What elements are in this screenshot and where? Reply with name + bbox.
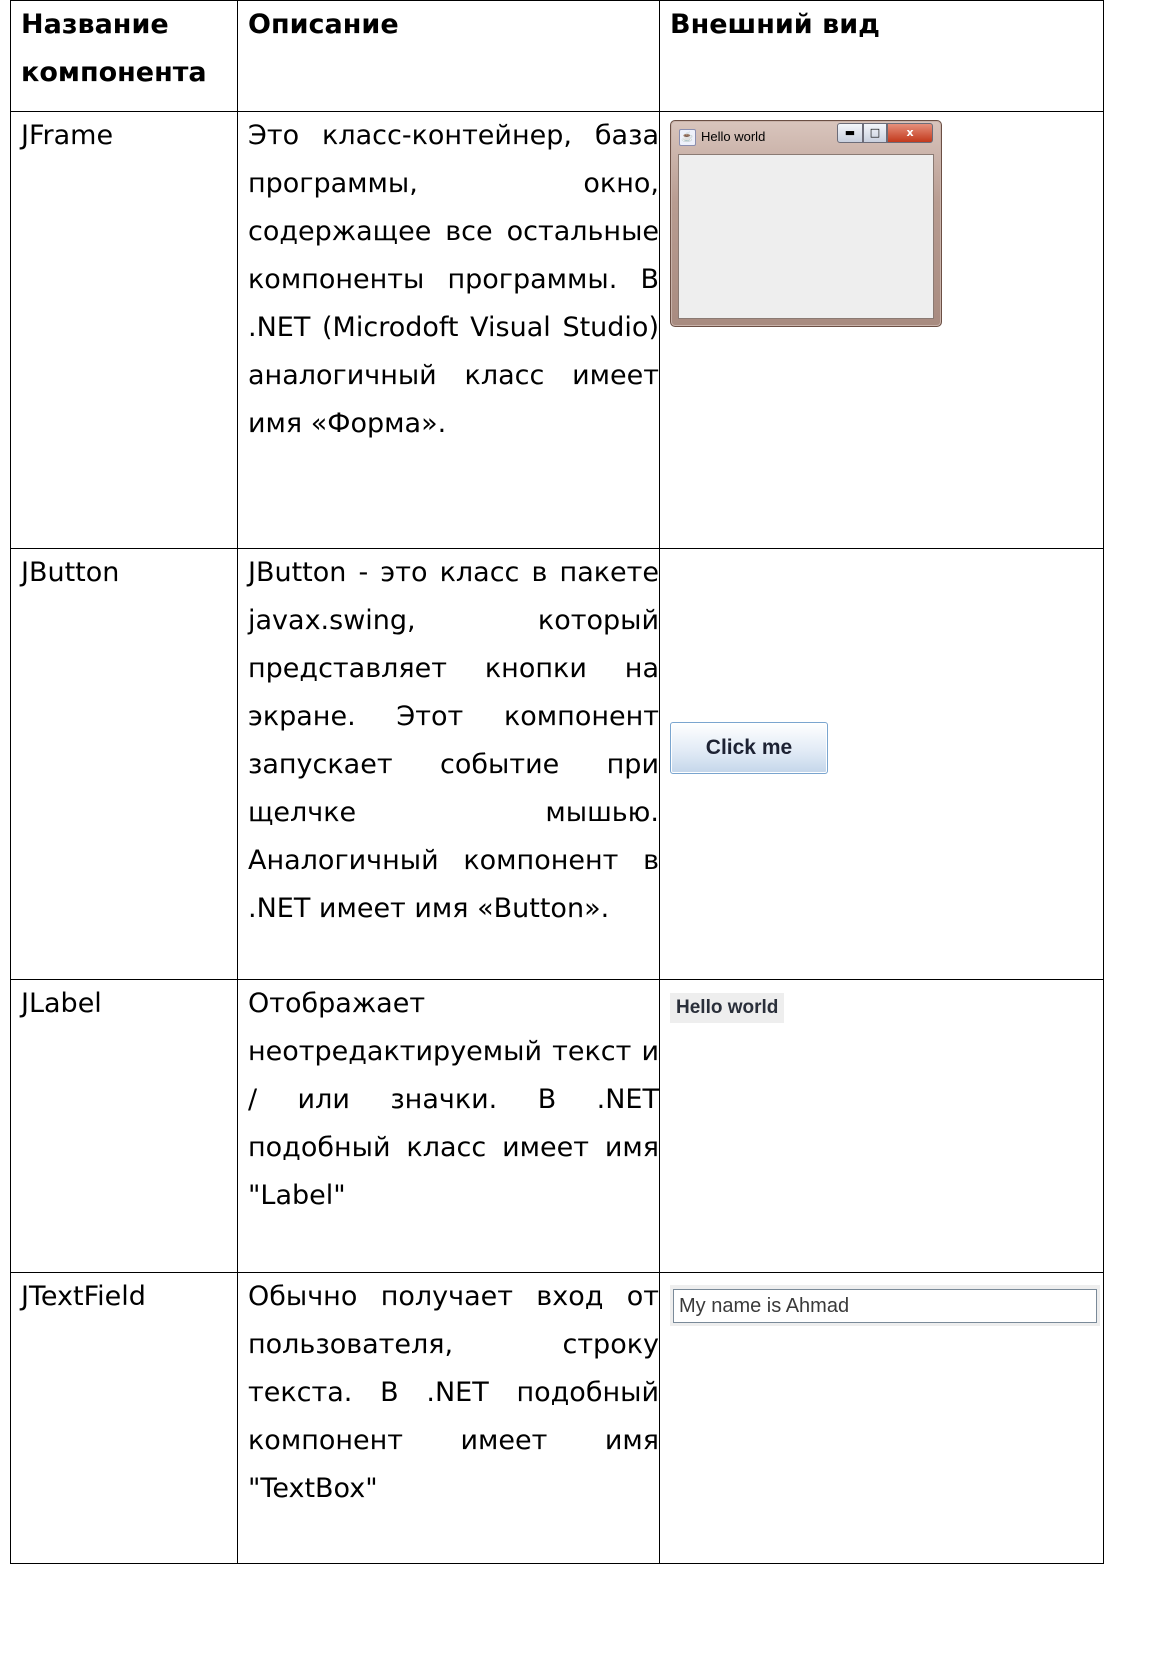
table-row: JTextField Обычно получает вход от польз… (10, 1272, 1104, 1564)
component-description: Обычно получает вход от пользователя, ст… (237, 1272, 660, 1564)
header-name: Название компонента (10, 0, 238, 112)
window-titlebar: ☕ Hello world (679, 125, 765, 149)
click-me-button[interactable]: Click me (670, 722, 828, 774)
window-client-area (678, 154, 934, 319)
table-row: JButton JButton - это класс в пакете jav… (10, 548, 1104, 980)
component-description: Это класс-контейнер, база программы, окн… (237, 111, 660, 549)
component-name: JTextField (10, 1272, 238, 1564)
component-name: JFrame (10, 111, 238, 549)
component-name: JButton (10, 548, 238, 980)
component-preview: My name is Ahmad (659, 1272, 1104, 1564)
component-name: JLabel (10, 979, 238, 1273)
java-cup-icon: ☕ (679, 128, 696, 146)
close-button[interactable]: x (887, 123, 933, 143)
component-preview: ☕ Hello world ▬ □ x (659, 111, 1104, 549)
window-controls: ▬ □ x (837, 123, 933, 143)
table-row: JFrame Это класс-контейнер, база програм… (10, 111, 1104, 549)
hello-world-label: Hello world (670, 993, 785, 1023)
component-description: JButton - это класс в пакете javax.swing… (237, 548, 660, 980)
component-preview: Hello world (659, 979, 1104, 1273)
component-preview: Click me (659, 548, 1104, 980)
minimize-button[interactable]: ▬ (837, 123, 863, 143)
window-title: Hello world (701, 129, 766, 144)
text-field-container: My name is Ahmad (670, 1285, 1100, 1326)
header-row: Название компонента Описание Внешний вид (10, 0, 1104, 112)
components-table: Название компонента Описание Внешний вид… (10, 0, 1104, 1564)
header-view: Внешний вид (659, 0, 1104, 112)
component-description: Отображает неотредактируемый текст и / и… (237, 979, 660, 1273)
table-row: JLabel Отображает неотредактируемый текс… (10, 979, 1104, 1273)
maximize-button[interactable]: □ (863, 123, 887, 143)
jframe-window: ☕ Hello world ▬ □ x (670, 120, 942, 327)
header-description: Описание (237, 0, 660, 112)
name-text-field[interactable]: My name is Ahmad (673, 1289, 1097, 1323)
